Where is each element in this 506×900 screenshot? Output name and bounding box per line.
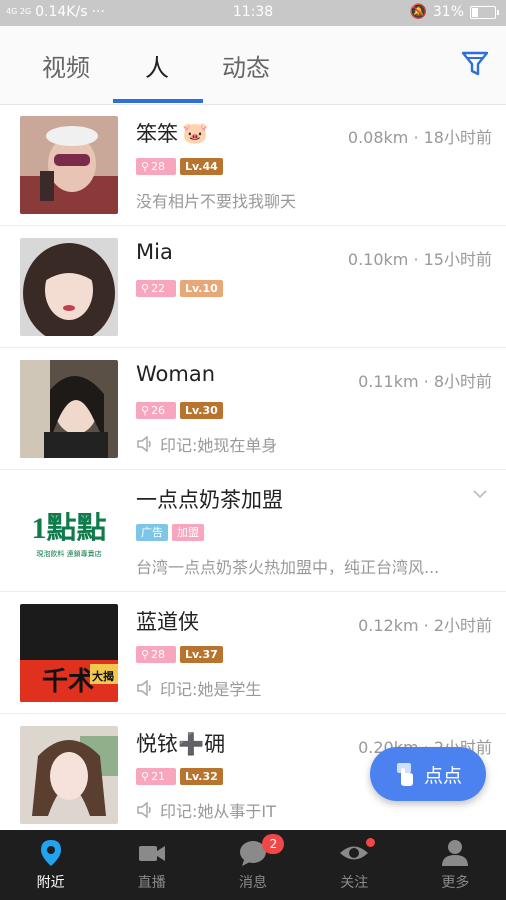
bottom-nav: 附近 直播 消息 2 关注 更多 — [0, 830, 506, 900]
nav-live[interactable]: 直播 — [101, 830, 202, 900]
nav-more[interactable]: 更多 — [405, 830, 506, 900]
user-desc: 印记:她现在单身 — [136, 432, 277, 456]
score-badge: ⚲ 22 — [136, 280, 176, 297]
distance-time: 0.12km · 2小时前 — [358, 616, 492, 635]
key-icon: ⚲ — [141, 770, 150, 783]
user-name-text: 悦铱➕砽 — [136, 732, 226, 756]
level-badge: Lv.37 — [180, 646, 223, 663]
tab-people[interactable]: 人 — [145, 48, 169, 83]
location-pin-icon — [40, 840, 61, 866]
video-camera-icon — [138, 846, 165, 861]
pig-emoji-icon: 🐷 — [182, 120, 209, 145]
level-badge: Lv.44 — [180, 158, 223, 175]
speaker-icon — [137, 680, 151, 696]
unread-badge: 2 — [262, 834, 285, 854]
level-badge: Lv.32 — [180, 768, 223, 785]
speaker-icon — [137, 802, 151, 818]
ad-title-text: 一点点奶茶加盟 — [136, 488, 283, 512]
user-name-text: Mia — [136, 240, 173, 264]
mute-icon: 🔕 — [409, 4, 427, 20]
people-list: 笨笨 🐷 0.08km · 18小时前 ⚲ 28 Lv.44 没有相片不要找我聊天… — [0, 104, 506, 835]
level-badge: Lv.10 — [180, 280, 223, 297]
poster-subtext: 大揭 — [92, 669, 114, 683]
level-badge: Lv.30 — [180, 402, 223, 419]
user-name: 蓝道侠 — [136, 606, 199, 636]
score-badge: ⚲ 21 — [136, 768, 176, 785]
key-icon: ⚲ — [141, 648, 150, 661]
chevron-down-icon[interactable] — [472, 486, 488, 502]
avatar[interactable] — [20, 726, 118, 824]
user-desc: 印记:她从事于IT — [136, 798, 276, 822]
diandian-button[interactable]: 点点 — [370, 747, 486, 801]
tab-moments[interactable]: 动态 — [222, 48, 270, 83]
battery-icon — [470, 5, 499, 19]
key-icon: ⚲ — [141, 160, 150, 173]
user-desc: 没有相片不要找我聊天 — [136, 192, 297, 211]
user-name-text: Woman — [136, 362, 216, 386]
new-dot — [365, 838, 375, 847]
ad-logo-text: 1點點 — [32, 512, 107, 545]
nav-more-label: 更多 — [441, 875, 470, 891]
eye-icon — [340, 846, 369, 860]
score-value: 26 — [151, 404, 166, 417]
score-badge: ⚲ 28 — [136, 646, 176, 663]
diandian-label: 点点 — [423, 764, 462, 787]
ad-logo-subtext: 現泡飲料 連鎖專賣店 — [36, 549, 101, 558]
nav-messages[interactable]: 消息 2 — [202, 830, 303, 900]
ad-logo[interactable]: 1點點 現泡飲料 連鎖專賣店 — [20, 482, 118, 580]
desc-text: 印记:她从事于IT — [160, 802, 276, 821]
list-item[interactable]: Mia 0.10km · 15小时前 ⚲ 22 Lv.10 — [0, 226, 506, 348]
user-name-text: 蓝道侠 — [136, 610, 199, 634]
active-tab-indicator — [113, 99, 203, 103]
list-item[interactable]: 千术 大揭 蓝道侠 0.12km · 2小时前 ⚲ 28 Lv.37 印记:她是学… — [0, 592, 506, 714]
ad-badge: 广告 — [136, 524, 168, 541]
nav-live-label: 直播 — [137, 875, 166, 891]
nav-follow[interactable]: 关注 — [304, 830, 405, 900]
avatar[interactable] — [20, 116, 118, 214]
score-value: 22 — [151, 282, 166, 295]
speaker-icon — [137, 436, 151, 452]
score-value: 21 — [151, 770, 166, 783]
distance-time: 0.08km · 18小时前 — [347, 128, 492, 147]
desc-text: 印记:她是学生 — [160, 680, 262, 699]
filter-icon[interactable] — [460, 48, 490, 78]
list-item[interactable]: 笨笨 🐷 0.08km · 18小时前 ⚲ 28 Lv.44 没有相片不要找我聊天 — [0, 104, 506, 226]
user-desc: 印记:她是学生 — [136, 676, 261, 700]
ad-item[interactable]: 1點點 現泡飲料 連鎖專賣店 一点点奶茶加盟 广告 加盟 台湾一点点奶茶火热加盟… — [0, 470, 506, 592]
avatar[interactable] — [20, 360, 118, 458]
ad-desc: 台湾一点点奶茶火热加盟中，纯正台湾风... — [136, 558, 440, 577]
user-name: Woman — [136, 362, 215, 386]
user-name: 悦铱➕砽 — [136, 728, 225, 758]
ad-title: 一点点奶茶加盟 — [136, 484, 283, 514]
avatar[interactable]: 千术 大揭 — [20, 604, 118, 702]
tab-video[interactable]: 视频 — [42, 48, 90, 83]
user-icon — [442, 840, 469, 866]
user-name-text: 笨笨 — [136, 122, 178, 146]
list-item[interactable]: Woman 0.11km · 8小时前 ⚲ 26 Lv.30 印记:她现在单身 — [0, 348, 506, 470]
distance-time: 0.10km · 15小时前 — [347, 250, 492, 269]
distance-time: 0.11km · 8小时前 — [358, 372, 492, 391]
poster-text: 千术 — [42, 666, 94, 696]
avatar[interactable] — [20, 238, 118, 336]
hand-tap-icon — [396, 763, 413, 786]
key-icon: ⚲ — [141, 282, 150, 295]
top-tabs: 视频 人 动态 — [0, 26, 506, 105]
score-badge: ⚲ 28 — [136, 158, 176, 175]
battery-percent: 31% — [432, 4, 464, 20]
key-icon: ⚲ — [141, 404, 150, 417]
nav-messages-label: 消息 — [239, 875, 267, 891]
nav-follow-label: 关注 — [340, 875, 369, 891]
join-badge: 加盟 — [172, 524, 204, 541]
desc-text: 印记:她现在单身 — [160, 436, 278, 455]
score-value: 28 — [151, 648, 166, 661]
nav-nearby[interactable]: 附近 — [0, 830, 101, 900]
user-name: 笨笨 🐷 — [136, 118, 208, 148]
nav-nearby-label: 附近 — [36, 875, 65, 891]
score-badge: ⚲ 26 — [136, 402, 176, 419]
status-bar: 4G 2G 0.14K/s ··· 11:38 🔕 31% — [0, 0, 506, 26]
user-name: Mia — [136, 240, 173, 264]
score-value: 28 — [151, 160, 166, 173]
